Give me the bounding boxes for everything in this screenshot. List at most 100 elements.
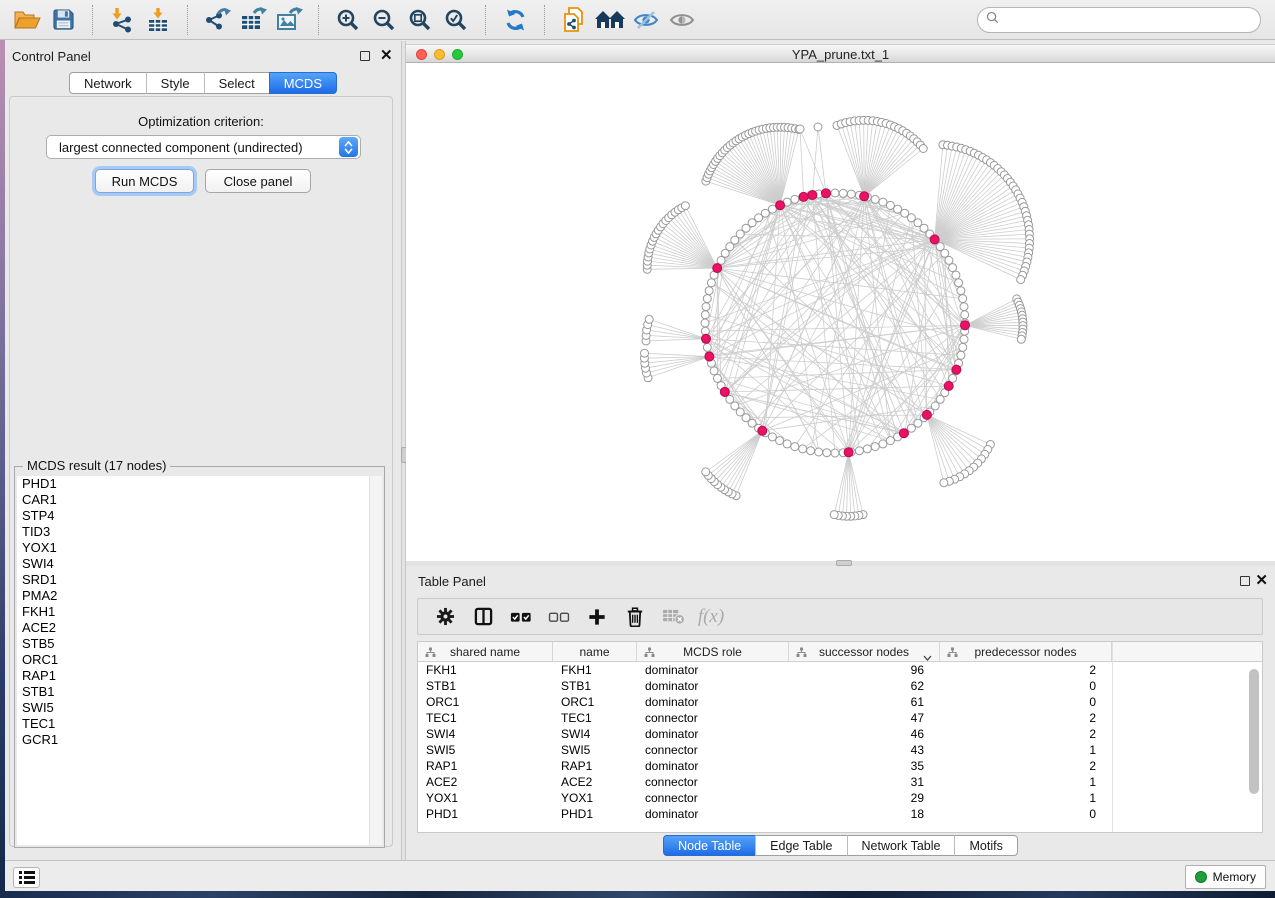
- network-node[interactable]: [855, 447, 863, 455]
- mcds-result-item[interactable]: TID3: [17, 524, 382, 540]
- table-cell[interactable]: 2: [940, 726, 1112, 742]
- table-cell[interactable]: PHD1: [553, 806, 637, 822]
- network-node[interactable]: [863, 445, 871, 453]
- network-node[interactable]: [960, 303, 968, 311]
- mcds-node[interactable]: [821, 189, 830, 198]
- mcds-node[interactable]: [922, 410, 931, 419]
- network-node[interactable]: [799, 445, 807, 453]
- hide-visibility-icon[interactable]: [628, 4, 664, 36]
- leaf-node[interactable]: [940, 479, 948, 487]
- network-node[interactable]: [871, 443, 879, 451]
- network-node[interactable]: [957, 287, 965, 295]
- network-node[interactable]: [959, 295, 967, 303]
- network-node[interactable]: [713, 374, 721, 382]
- tab-select[interactable]: Select: [204, 72, 269, 94]
- column-header-shared-name[interactable]: shared name: [418, 642, 553, 662]
- zoom-out-icon[interactable]: [366, 4, 402, 36]
- mcds-result-list[interactable]: PHD1CAR1STP4TID3YOX1SWI4SRD1PMA2FKH1ACE2…: [17, 476, 382, 845]
- table-cell[interactable]: 62: [789, 678, 940, 694]
- column-header-MCDS-role[interactable]: MCDS role: [637, 642, 789, 662]
- network-node[interactable]: [707, 279, 715, 287]
- table-cell[interactable]: 0: [940, 806, 1112, 822]
- show-visibility-icon[interactable]: [664, 4, 700, 36]
- network-node[interactable]: [957, 351, 965, 359]
- network-node[interactable]: [703, 295, 711, 303]
- close-panel-icon[interactable]: ✕: [1255, 575, 1268, 587]
- table-cell[interactable]: connector: [637, 710, 789, 726]
- export-table-icon[interactable]: [235, 4, 271, 36]
- leaf-node[interactable]: [702, 468, 710, 476]
- network-node[interactable]: [807, 447, 815, 455]
- mcds-result-item[interactable]: YOX1: [17, 540, 382, 556]
- network-node[interactable]: [949, 264, 957, 272]
- mcds-result-item[interactable]: PMA2: [17, 588, 382, 604]
- mcds-result-item[interactable]: CAR1: [17, 492, 382, 508]
- table-cell[interactable]: YOX1: [553, 790, 637, 806]
- network-window-titlebar[interactable]: YPA_prune.txt_1: [406, 44, 1275, 63]
- mcds-node[interactable]: [758, 426, 767, 435]
- network-node[interactable]: [831, 189, 839, 197]
- table-cell[interactable]: SWI4: [418, 726, 553, 742]
- table-cell[interactable]: dominator: [637, 758, 789, 774]
- mcds-result-item[interactable]: SWI5: [17, 700, 382, 716]
- mcds-result-item[interactable]: STB5: [17, 636, 382, 652]
- leaf-node[interactable]: [1017, 335, 1025, 343]
- table-cell[interactable]: RAP1: [553, 758, 637, 774]
- network-node[interactable]: [705, 287, 713, 295]
- settings-icon[interactable]: [428, 602, 462, 632]
- table-cell[interactable]: 47: [789, 710, 940, 726]
- table-cell[interactable]: dominator: [637, 678, 789, 694]
- table-cell[interactable]: 61: [789, 694, 940, 710]
- add-row-icon[interactable]: [580, 602, 614, 632]
- table-scrollbar-thumb[interactable]: [1249, 669, 1259, 794]
- mcds-result-item[interactable]: SRD1: [17, 572, 382, 588]
- mcds-result-item[interactable]: STP4: [17, 508, 382, 524]
- network-node[interactable]: [871, 195, 879, 203]
- import-table-icon[interactable]: [140, 4, 176, 36]
- table-cell[interactable]: TEC1: [553, 710, 637, 726]
- task-history-button[interactable]: [13, 867, 40, 888]
- criterion-dropdown[interactable]: largest connected component (undirected): [46, 135, 361, 159]
- column-header-name[interactable]: name: [553, 642, 637, 662]
- leaf-node[interactable]: [814, 123, 822, 131]
- mcds-result-item[interactable]: RAP1: [17, 668, 382, 684]
- mcds-node[interactable]: [702, 334, 711, 343]
- select-all-icon[interactable]: [504, 602, 538, 632]
- mcds-node[interactable]: [860, 192, 869, 201]
- leaf-node[interactable]: [1017, 276, 1025, 284]
- mcds-node[interactable]: [808, 191, 817, 200]
- network-node[interactable]: [961, 311, 969, 319]
- network-node[interactable]: [847, 190, 855, 198]
- leaf-node[interactable]: [830, 511, 838, 519]
- leaf-node[interactable]: [645, 315, 653, 323]
- mcds-result-item[interactable]: STB1: [17, 684, 382, 700]
- float-panel-icon[interactable]: [360, 51, 370, 61]
- table-cell[interactable]: connector: [637, 742, 789, 758]
- mcds-result-item[interactable]: GCR1: [17, 732, 382, 748]
- zoom-in-icon[interactable]: [330, 4, 366, 36]
- network-node[interactable]: [783, 440, 791, 448]
- tab-network[interactable]: Network: [69, 72, 146, 94]
- export-image-icon[interactable]: [271, 4, 307, 36]
- clone-network-icon[interactable]: [556, 4, 592, 36]
- mcds-node[interactable]: [720, 387, 729, 396]
- search-box[interactable]: [977, 7, 1261, 33]
- import-network-icon[interactable]: [104, 4, 140, 36]
- network-node[interactable]: [701, 319, 709, 327]
- network-node[interactable]: [886, 437, 894, 445]
- tab-node-table[interactable]: Node Table: [663, 835, 755, 856]
- columns-icon[interactable]: [466, 602, 500, 632]
- table-cell[interactable]: 43: [789, 742, 940, 758]
- network-node[interactable]: [710, 367, 718, 375]
- table-cell[interactable]: PHD1: [418, 806, 553, 822]
- table-cell[interactable]: STB1: [553, 678, 637, 694]
- leaf-node[interactable]: [641, 349, 649, 357]
- table-cell[interactable]: 96: [789, 662, 940, 678]
- run-mcds-button[interactable]: Run MCDS: [95, 169, 194, 193]
- network-node[interactable]: [823, 449, 831, 457]
- mcds-node[interactable]: [930, 235, 939, 244]
- table-cell[interactable]: ORC1: [553, 694, 637, 710]
- table-cell[interactable]: connector: [637, 774, 789, 790]
- table-cell[interactable]: 0: [940, 694, 1112, 710]
- mcds-result-item[interactable]: FKH1: [17, 604, 382, 620]
